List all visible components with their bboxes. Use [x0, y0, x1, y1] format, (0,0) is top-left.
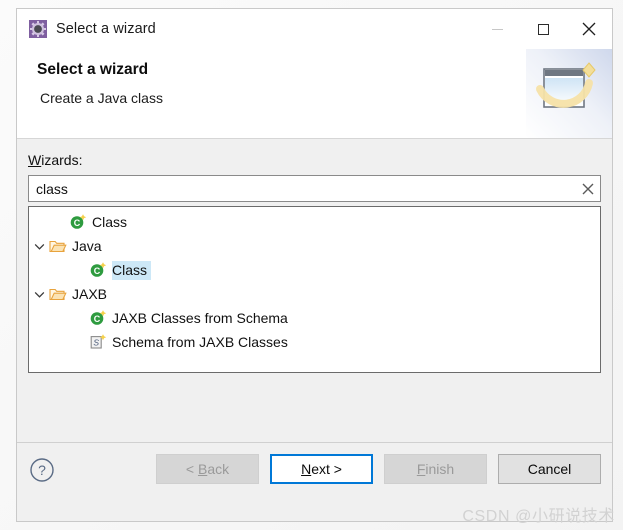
- svg-text:C: C: [74, 218, 81, 228]
- tree-item-label: Java: [72, 237, 102, 254]
- filter-field[interactable]: [28, 175, 601, 202]
- back-label-rest: ack: [207, 461, 230, 477]
- chevron-down-icon[interactable]: [34, 241, 45, 252]
- wizards-label-rest: izards:: [41, 152, 83, 168]
- tree-item[interactable]: S Schema from JAXB Classes: [29, 330, 600, 354]
- tree-item[interactable]: C Class: [29, 258, 600, 282]
- folder-open-icon: [49, 240, 67, 253]
- wizard-banner-icon: [526, 49, 612, 138]
- tree-item-label: JAXB: [72, 285, 108, 302]
- tree-item[interactable]: C JAXB Classes from Schema: [29, 306, 600, 330]
- tree-item-icon: C: [89, 261, 107, 279]
- finish-button: Finish: [384, 454, 487, 484]
- svg-text:S: S: [93, 338, 99, 348]
- cancel-button[interactable]: Cancel: [498, 454, 601, 484]
- tree-item-icon: C: [89, 309, 107, 327]
- help-button[interactable]: ?: [29, 457, 55, 483]
- maximize-icon: [537, 23, 549, 35]
- finish-button-label: Finish: [417, 461, 454, 477]
- cancel-button-label: Cancel: [528, 461, 572, 477]
- wizards-label-mnemonic: W: [28, 152, 42, 168]
- tree-item-icon: [49, 237, 67, 255]
- svg-text:C: C: [94, 266, 101, 276]
- tree-item[interactable]: C Class: [29, 210, 600, 234]
- tree-item-icon: S: [89, 333, 107, 351]
- select-wizard-dialog: Select a wizard Select a wizard Create a…: [16, 8, 613, 522]
- minimize-icon: [491, 28, 503, 30]
- next-label-mnemonic: N: [301, 461, 312, 477]
- help-icon: ?: [38, 462, 46, 478]
- next-label-rest: ext >: [311, 461, 342, 477]
- screen: Select a wizard Select a wizard Create a…: [0, 0, 623, 530]
- cancel-label-rest: Cancel: [527, 461, 572, 477]
- tree-item-icon: C: [69, 213, 87, 231]
- page-title: Select a wizard: [37, 61, 149, 78]
- clear-filter-button[interactable]: [576, 176, 600, 201]
- button-row: < Back Next > Finish Cancel: [156, 454, 601, 484]
- search-input[interactable]: [29, 177, 576, 200]
- tree-item[interactable]: Java: [29, 234, 600, 258]
- title-bar: Select a wizard: [17, 9, 612, 49]
- java-class-new-icon: C: [90, 262, 107, 277]
- next-button[interactable]: Next >: [270, 454, 373, 484]
- wizards-label: Wizards:: [28, 152, 82, 168]
- folder-open-icon: [49, 288, 67, 301]
- wizard-header: Select a wizard Create a Java class: [17, 49, 612, 139]
- tree-expand-toggle[interactable]: [29, 241, 49, 252]
- tree-item[interactable]: JAXB: [29, 282, 600, 306]
- dialog-body: Wizards: CClassJavaCClassJAXBCJAXB Class…: [17, 139, 612, 442]
- schema-new-icon: S: [90, 334, 107, 349]
- back-button: < Back: [156, 454, 259, 484]
- tree-item-label: Schema from JAXB Classes: [112, 333, 288, 350]
- back-label-mnemonic: B: [197, 461, 208, 477]
- clear-icon: [582, 183, 594, 194]
- back-button-label: < Back: [186, 461, 229, 477]
- tree-item-label: JAXB Classes from Schema: [112, 309, 288, 326]
- next-button-label: Next >: [301, 461, 342, 477]
- window-title: Select a wizard: [56, 21, 156, 37]
- chevron-down-icon[interactable]: [34, 289, 45, 300]
- close-icon: [582, 22, 596, 36]
- wizards-tree[interactable]: C Class Java C Class JAXB C JAXB Classes from S…: [28, 206, 601, 373]
- back-label-prefix: <: [185, 461, 198, 477]
- tree-item-label: Class: [92, 213, 128, 230]
- window-controls: [474, 9, 612, 49]
- page-subtitle: Create a Java class: [40, 90, 163, 106]
- tree-item-label: Class: [112, 260, 152, 280]
- tree-item-icon: [49, 285, 67, 303]
- wizard-gear-icon: [29, 20, 47, 38]
- finish-label-rest: inish: [425, 461, 455, 477]
- java-class-new-icon: C: [90, 310, 107, 325]
- svg-text:C: C: [94, 314, 101, 324]
- close-button[interactable]: [566, 9, 612, 49]
- minimize-button[interactable]: [474, 9, 520, 49]
- tree-expand-toggle[interactable]: [29, 289, 49, 300]
- maximize-button[interactable]: [520, 9, 566, 49]
- java-class-new-icon: C: [70, 214, 87, 229]
- dialog-footer: ? < Back Next > Finish Cancel: [17, 442, 612, 521]
